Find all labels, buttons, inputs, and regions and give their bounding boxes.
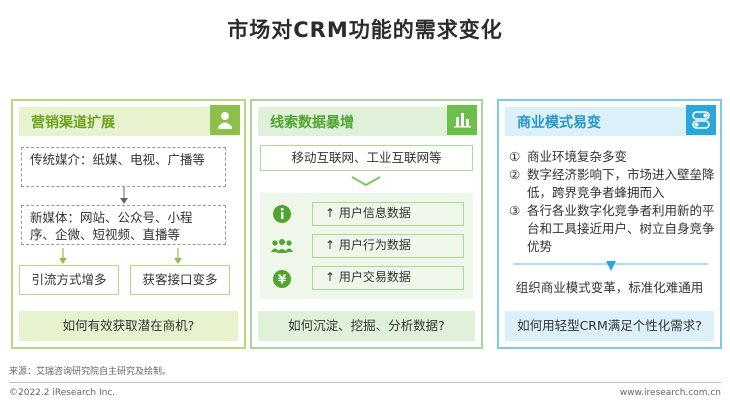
website-url: www.iresearch.com.cn	[619, 388, 721, 398]
panel-title: 营销渠道扩展	[31, 115, 115, 131]
toggle-icon	[686, 105, 716, 135]
user-info-row: ↑ 用户信息数据	[312, 202, 464, 226]
panel-header: 营销渠道扩展	[19, 105, 240, 136]
panel-question: 如何有效获取潜在商机?	[19, 311, 238, 341]
copyright: ©2022.2 iResearch Inc.	[9, 388, 116, 398]
page-title: 市场对CRM功能的需求变化	[227, 18, 503, 42]
source-note: 来源：艾瑞咨询研究院自主研究及绘制。	[9, 367, 172, 377]
bar-chart-icon	[447, 105, 477, 135]
info-icon	[273, 205, 291, 223]
arrow-down-icon	[513, 261, 708, 271]
footer-divider	[9, 382, 721, 383]
panel-lead-data: 线索数据暴增 移动互联网、工业互联网等 ↑ 用户信息数据 ↑ 用户行为数据 ¥ …	[250, 99, 483, 349]
panel-marketing-channels: 营销渠道扩展 传统媒介：纸媒、电视、广播等 新媒体：网站、公众号、小程序、企微、…	[11, 99, 246, 349]
list-item: ② 数字经济影响下，市场进入壁垒降低，跨界竞争者蜂拥而入	[509, 167, 715, 200]
internet-box: 移动互联网、工业互联网等	[260, 145, 473, 171]
split-arrows-icon	[59, 248, 182, 264]
panel-business-model: 商业模式易变 ① 商业环境复杂多变 ② 数字经济影响下，市场进入壁垒降低，跨界竞…	[497, 99, 722, 349]
panel-header: 线索数据暴增	[258, 105, 477, 136]
panel-question: 如何沉淀、挖掘、分析数据?	[258, 311, 475, 341]
panel-title: 商业模式易变	[517, 115, 601, 131]
people-icon	[271, 239, 293, 253]
chevron-down-icon	[351, 176, 381, 187]
person-icon	[210, 105, 240, 135]
traditional-media-box: 传统媒介：纸媒、电视、广播等	[21, 147, 226, 187]
svg-text:¥: ¥	[278, 273, 287, 287]
user-behavior-row: ↑ 用户行为数据	[312, 234, 464, 258]
user-transaction-row: ↑ 用户交易数据	[312, 266, 464, 290]
result-text: 组织商业模式变革，标准化难通用	[515, 280, 704, 295]
acquisition-box: 获客接口变多	[130, 265, 230, 295]
factor-list: ① 商业环境复杂多变 ② 数字经济影响下，市场进入壁垒降低，跨界竞争者蜂拥而入 …	[509, 148, 717, 256]
panel-header: 商业模式易变	[505, 105, 716, 136]
traffic-box: 引流方式增多	[19, 265, 119, 295]
panel-question: 如何用轻型CRM满足个性化需求?	[505, 311, 714, 341]
arrow-down-icon	[120, 187, 128, 204]
list-item: ① 商业环境复杂多变	[509, 149, 628, 164]
new-media-box: 新媒体：网站、公众号、小程序、企微、短视频、直播等	[21, 205, 226, 245]
yen-icon: ¥	[273, 270, 291, 288]
list-item: ③ 各行各业数字化竞争者利用新的平台和工具接近用户、树立自身竞争优势	[509, 203, 715, 254]
panel-title: 线索数据暴增	[270, 115, 354, 131]
